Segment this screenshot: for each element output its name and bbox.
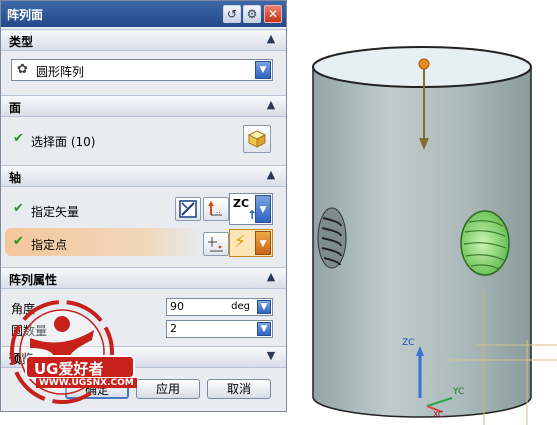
chevron-down-icon[interactable]: ▼ — [255, 61, 271, 79]
point-dialog-button[interactable] — [203, 232, 229, 256]
chevron-down-icon[interactable]: ▼ — [255, 195, 271, 223]
point-type-dropdown[interactable]: ⚡ ▼ — [229, 229, 273, 257]
cancel-button[interactable]: 取消 — [207, 379, 271, 399]
specify-point-label[interactable]: 指定点 — [31, 236, 67, 253]
chevron-down-icon[interactable]: ▼ — [264, 349, 278, 365]
apply-button[interactable]: 应用 — [136, 379, 200, 399]
dialog-title-bar[interactable]: 阵列面 ↺ ⚙ ✕ — [1, 1, 286, 27]
chevron-up-icon[interactable]: ▲ — [264, 32, 278, 48]
check-icon: ✔ — [13, 131, 24, 146]
dialog-title: 阵列面 — [7, 8, 44, 22]
angle-input[interactable]: 90 deg ▼ — [166, 298, 273, 316]
pattern-properties-label: 阵列属性 — [9, 273, 58, 287]
count-input[interactable]: 2 ▼ — [166, 320, 273, 338]
vector-constructor-icon: .. — [208, 201, 222, 216]
pattern-properties-section-header[interactable]: 阵列属性 ▲ — [1, 267, 286, 289]
face-section-label: 面 — [9, 101, 22, 115]
chevron-up-icon[interactable]: ▲ — [264, 98, 278, 114]
check-icon: ✔ — [13, 234, 24, 249]
face-section-header[interactable]: 面 ▲ — [1, 95, 286, 117]
angle-value: 90 — [170, 300, 184, 313]
axis-section-label: 轴 — [9, 171, 22, 185]
point-constructor-icon — [208, 237, 223, 252]
type-section-label: 类型 — [9, 35, 34, 49]
cube-icon — [247, 130, 267, 148]
circular-pattern-icon: ✿ — [17, 62, 28, 77]
select-face-button[interactable] — [243, 125, 271, 153]
svg-text:..: .. — [216, 207, 220, 215]
left-threaded-hole — [317, 207, 347, 269]
watermark-url: WWW.UGSNX.COM — [36, 378, 137, 388]
angle-unit: deg — [231, 301, 250, 312]
axis-label-zc: ZC — [402, 338, 415, 348]
lightning-icon: ⚡ — [234, 232, 246, 252]
specify-vector-label[interactable]: 指定矢量 — [31, 203, 79, 220]
check-icon: ✔ — [13, 201, 24, 216]
type-section-header[interactable]: 类型 ▲ — [1, 29, 286, 51]
vector-type-dropdown[interactable]: ZC ↑ ▼ — [229, 193, 273, 225]
count-value: 2 — [170, 322, 177, 335]
type-dropdown-value: 圆形阵列 — [36, 65, 85, 79]
select-face-label[interactable]: 选择面 (10) — [31, 133, 95, 150]
chevron-down-icon[interactable]: ▼ — [257, 322, 271, 336]
reset-icon[interactable]: ↺ — [223, 5, 241, 23]
chevron-down-icon[interactable]: ▼ — [257, 300, 271, 314]
chevron-up-icon[interactable]: ▲ — [264, 168, 278, 184]
vector-dialog-button[interactable]: .. — [203, 197, 229, 221]
close-icon[interactable]: ✕ — [264, 5, 282, 23]
chevron-down-icon[interactable]: ▼ — [255, 231, 271, 255]
settings-gear-icon[interactable]: ⚙ — [243, 5, 261, 23]
reverse-direction-button[interactable] — [175, 197, 201, 221]
right-highlighted-hole — [460, 210, 510, 276]
chevron-up-icon[interactable]: ▲ — [264, 270, 278, 286]
axis-section-header[interactable]: 轴 ▲ — [1, 165, 286, 187]
graphics-viewport[interactable]: ZC YC XC — [287, 0, 557, 425]
ugsnx-watermark-logo: UG爱好者 — [10, 300, 135, 404]
watermark-brand: UG爱好者 — [34, 360, 104, 378]
axis-label-xc: XC — [433, 410, 444, 419]
type-dropdown[interactable]: ✿ 圆形阵列 ▼ — [11, 59, 273, 81]
axis-label-yc: YC — [453, 387, 465, 397]
cylinder-model — [312, 46, 557, 425]
reverse-direction-icon — [179, 200, 197, 218]
